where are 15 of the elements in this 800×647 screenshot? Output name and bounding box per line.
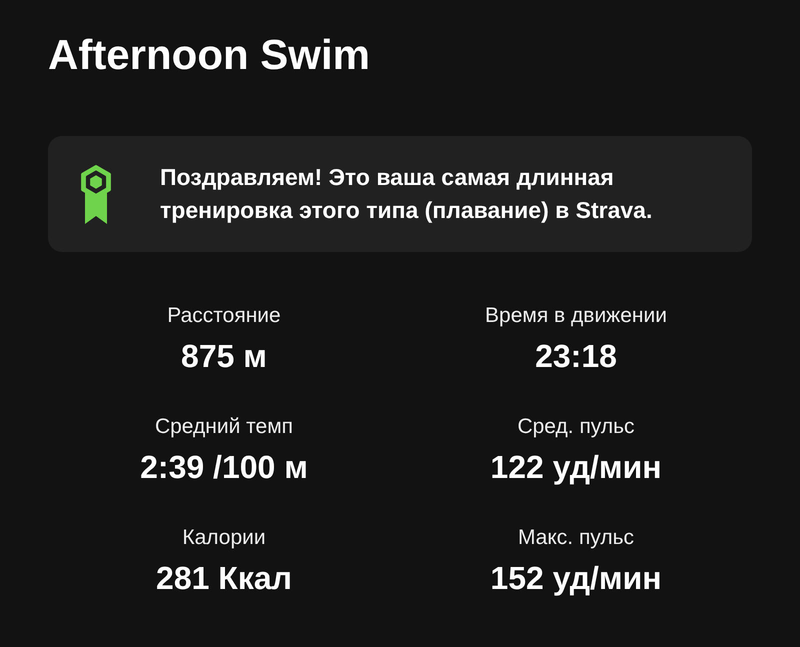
stat-label: Макс. пульс (518, 525, 634, 551)
stat-label: Расстояние (167, 303, 281, 329)
activity-title: Afternoon Swim (48, 30, 370, 80)
stat-label: Сред. пульс (517, 414, 635, 440)
stat-value: 152 уд/мин (490, 559, 662, 597)
stat-value: 281 Ккал (156, 559, 292, 597)
stat-value: 122 уд/мин (490, 448, 662, 486)
stat-value: 2:39 /100 м (140, 448, 308, 486)
stat-value: 875 м (181, 337, 267, 375)
achievement-message: Поздравляем! Это ваша самая длинная тренировка этого типа (плавание) в Strava. (160, 163, 654, 225)
award-ribbon-icon (81, 163, 111, 225)
stat-value: 23:18 (535, 337, 617, 375)
stat-label: Время в движении (485, 303, 667, 329)
stat-label: Калории (182, 525, 266, 551)
stat-label: Средний темп (154, 414, 294, 440)
